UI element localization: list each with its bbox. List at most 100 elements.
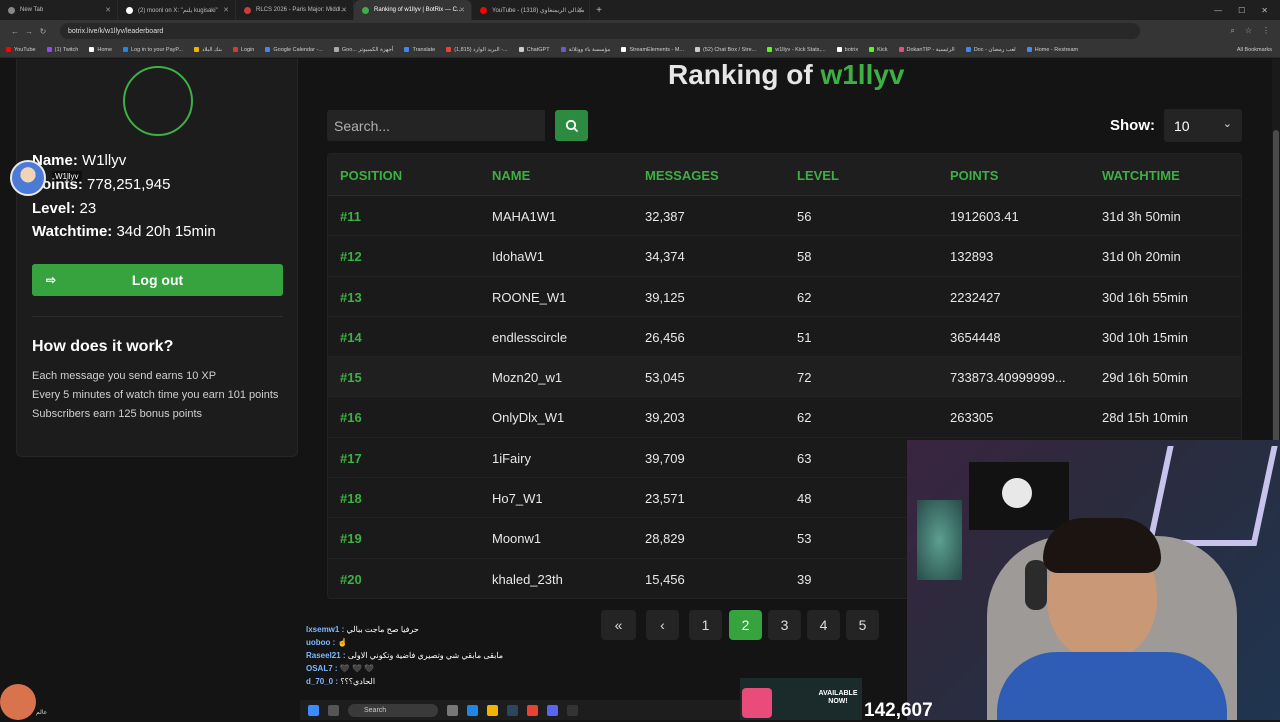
scrollbar-thumb[interactable] <box>1273 130 1279 450</box>
cell-name: endlesscircle <box>492 329 568 345</box>
zoom-icon[interactable]: ⌕ <box>1230 26 1234 36</box>
prev-page-button[interactable]: ‹ <box>646 610 679 640</box>
close-tab-icon[interactable]: ✕ <box>105 6 111 14</box>
show-select[interactable]: 10 ⌄ <box>1164 109 1242 142</box>
windows-start-icon[interactable] <box>308 704 319 716</box>
chrome-icon[interactable] <box>527 704 538 716</box>
reload-icon[interactable]: ↻ <box>36 27 50 36</box>
page-button[interactable]: 1 <box>689 610 722 640</box>
bookmark-item[interactable]: YouTube <box>6 47 36 53</box>
bookmark-item[interactable]: Log in to your PayP... <box>123 47 183 53</box>
page-button-current[interactable]: 2 <box>729 610 762 640</box>
cell-level: 51 <box>797 329 812 345</box>
bookmark-item[interactable]: Goo... أجهزة الكمبيوتر <box>333 47 393 53</box>
bookmark-item[interactable]: w1llyv - Kick Stats,... <box>767 47 826 53</box>
table-row[interactable]: #15 Mozn20_w1 53,045 72 733873.40999999.… <box>328 357 1241 398</box>
bookmark-item[interactable]: (1) Twitch <box>46 47 78 53</box>
cell-position: #19 <box>340 531 362 547</box>
new-tab-icon[interactable]: + <box>590 5 608 16</box>
bookmark-item[interactable]: StreamElements - M... <box>621 47 684 53</box>
bookmark-item[interactable]: ChatGPT <box>518 47 550 53</box>
close-tab-icon[interactable]: ✕ <box>223 6 229 14</box>
column-header[interactable]: POINTS <box>950 168 998 183</box>
bookmark-item[interactable]: مؤسسة باء ووثلاثة <box>560 47 610 53</box>
tab-favicon-icon <box>126 6 133 14</box>
bookmark-item[interactable]: Translate <box>404 47 435 53</box>
bookmark-item[interactable]: Google Calendar -... <box>265 47 323 53</box>
bookmark-item[interactable]: Home <box>89 47 112 53</box>
close-tab-icon[interactable]: ✕ <box>577 6 583 14</box>
search-input[interactable] <box>327 110 545 141</box>
browser-tab[interactable]: YouTube - (1318) ميدالي الريمنغاوي ✕ <box>472 0 590 20</box>
extensions-icon[interactable]: ⋮ <box>1262 26 1270 36</box>
browser-tab[interactable]: RLCS 2026 - Paris Major: Middl... ✕ <box>236 0 354 20</box>
all-bookmarks[interactable]: All Bookmarks <box>1237 47 1280 53</box>
url-field[interactable]: botrix.live/k/w1llyv/leaderboard <box>60 23 1140 39</box>
table-row[interactable]: #12 IdohaW1 34,374 58 132893 31d 0h 20mi… <box>328 236 1241 277</box>
maximize-icon[interactable]: ☐ <box>1238 6 1245 15</box>
back-icon[interactable]: ← <box>8 27 22 36</box>
bookmark-favicon-icon <box>446 47 452 52</box>
first-page-button[interactable]: « <box>601 610 636 640</box>
page-button[interactable]: 3 <box>768 610 801 640</box>
bookmark-item[interactable]: Home - Restream <box>1026 47 1078 53</box>
close-window-icon[interactable]: ✕ <box>1261 6 1268 15</box>
edge-icon[interactable] <box>467 704 478 716</box>
cell-level: 72 <box>797 370 812 386</box>
obs-icon[interactable] <box>567 704 578 716</box>
cell-points: 733873.40999999... <box>950 370 1066 386</box>
bookmark-star-icon[interactable]: ☆ <box>1245 26 1252 36</box>
column-header[interactable]: MESSAGES <box>645 168 719 183</box>
discord-icon[interactable] <box>547 704 558 716</box>
forward-icon[interactable]: → <box>22 27 36 36</box>
bookmark-favicon-icon <box>46 47 52 52</box>
table-row[interactable]: #13 ROONE_W1 39,125 62 2232427 30d 16h 5… <box>328 277 1241 317</box>
table-row[interactable]: #16 OnlyDlx_W1 39,203 62 263305 28d 15h … <box>328 397 1241 438</box>
column-header[interactable]: POSITION <box>340 168 402 183</box>
bookmark-favicon-icon <box>836 47 842 52</box>
bookmark-item[interactable]: botrix <box>836 47 858 53</box>
close-tab-icon[interactable]: ✕ <box>459 6 465 14</box>
table-row[interactable]: #11 MAHA1W1 32,387 56 1912603.41 31d 3h … <box>328 196 1241 237</box>
cell-level: 53 <box>797 531 812 547</box>
how-it-works-line: Subscribers earn 125 bonus points <box>32 408 202 420</box>
browser-tab-bar: New Tab ✕ (2) moonl on X: "يلتم kugisaki"… <box>0 0 1280 20</box>
bookmark-favicon-icon <box>898 47 904 52</box>
browser-tab[interactable]: (2) moonl on X: "يلتم kugisaki" ✕ <box>118 0 236 20</box>
tab-favicon-icon <box>8 6 15 14</box>
bookmarks-bar: YouTube (1) Twitch Home Log in to your P… <box>0 42 1280 58</box>
taskbar-search[interactable]: Search <box>348 703 438 717</box>
tab-favicon-icon <box>480 6 487 14</box>
bookmark-item[interactable]: (1,815) البريد الوارد -... <box>446 47 508 53</box>
search-button[interactable] <box>555 110 588 141</box>
bookmark-item[interactable]: بنك البلاد <box>193 47 222 53</box>
bookmark-item[interactable]: Doc - لعب رمضان <box>965 47 1016 53</box>
logout-button[interactable]: ⇨ Log out <box>32 264 283 296</box>
browser-tab[interactable]: New Tab ✕ <box>0 0 118 20</box>
bookmark-item[interactable]: DokanTIP - الرئيسية <box>898 47 955 53</box>
cell-watchtime: 28d 15h 10min <box>1102 410 1189 426</box>
folder-icon[interactable] <box>487 704 498 716</box>
cell-messages: 53,045 <box>645 370 685 386</box>
page-button[interactable]: 5 <box>846 610 879 640</box>
bookmark-item[interactable]: Kick <box>869 47 888 53</box>
bookmark-item[interactable]: Login <box>232 47 254 53</box>
chevron-down-icon: ⌄ <box>1222 118 1232 130</box>
minimize-icon[interactable]: — <box>1214 6 1222 15</box>
close-tab-icon[interactable]: ✕ <box>341 6 347 14</box>
cell-level: 39 <box>797 571 812 587</box>
column-header[interactable]: LEVEL <box>797 168 839 183</box>
cell-messages: 39,125 <box>645 289 685 305</box>
cell-name: Ho7_W1 <box>492 491 543 507</box>
bookmark-item[interactable]: (52) Chat Box / Stre... <box>695 47 756 53</box>
table-row[interactable]: #14 endlesscircle 26,456 51 3654448 30d … <box>328 317 1241 358</box>
browser-tab-active[interactable]: Ranking of w1llyv | BotRix — C... ✕ <box>354 0 472 20</box>
cell-name: Mozn20_w1 <box>492 370 563 386</box>
chat-message: d_70_0 : الحادي؟؟؟ <box>306 677 376 686</box>
widget-icon[interactable] <box>328 704 339 716</box>
steam-icon[interactable] <box>507 704 518 716</box>
column-header[interactable]: WATCHTIME <box>1102 168 1180 183</box>
task-view-icon[interactable] <box>447 704 458 716</box>
column-header[interactable]: NAME <box>492 168 530 183</box>
page-button[interactable]: 4 <box>807 610 840 640</box>
